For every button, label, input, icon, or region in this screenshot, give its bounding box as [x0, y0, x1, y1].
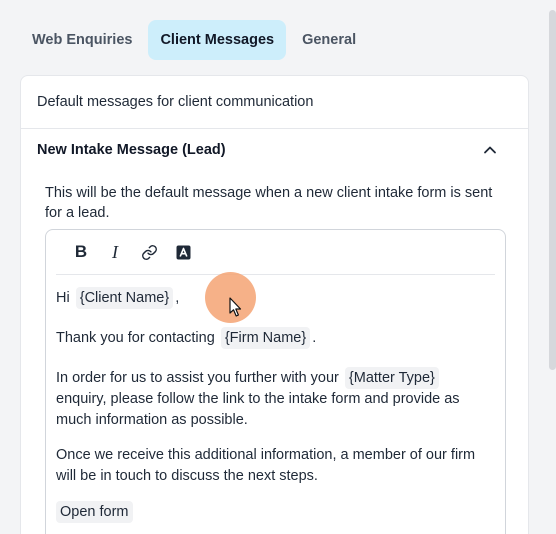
- matter-type-variable[interactable]: {Matter Type}: [344, 367, 439, 389]
- open-form-link[interactable]: Open form: [56, 501, 133, 523]
- tab-client-messages[interactable]: Client Messages: [148, 20, 287, 60]
- assist-prefix: In order for us to assist you further wi…: [56, 370, 339, 386]
- tab-web-enquiries[interactable]: Web Enquiries: [20, 20, 144, 60]
- editor-content[interactable]: Hi {Client Name}, Thank you for contacti…: [46, 275, 505, 523]
- client-messages-card: Default messages for client communicatio…: [20, 75, 529, 534]
- bold-label: B: [74, 242, 88, 261]
- assist-suffix: enquiry, please follow the link to the i…: [56, 391, 460, 428]
- greeting-line: Hi {Client Name},: [56, 287, 495, 309]
- section-title: New Intake Message (Lead): [37, 142, 226, 158]
- editor-toolbar: B I: [56, 230, 495, 275]
- text-color-icon[interactable]: [170, 239, 196, 265]
- mouse-pointer-icon: [229, 297, 242, 317]
- thanks-line: Thank you for contacting {Firm Name}.: [56, 327, 495, 349]
- intake-message-section-header[interactable]: New Intake Message (Lead): [21, 129, 528, 171]
- message-editor[interactable]: B I Hi {Client Name}, Thank you for cont…: [45, 229, 506, 534]
- bold-icon[interactable]: B: [68, 239, 94, 265]
- helper-text: This will be the default message when a …: [45, 185, 493, 221]
- greeting-prefix: Hi: [56, 290, 70, 306]
- chevron-up-icon[interactable]: [478, 138, 502, 162]
- closing-paragraph: Once we receive this additional informat…: [56, 447, 476, 484]
- card-description: Default messages for client communicatio…: [37, 94, 314, 110]
- link-icon[interactable]: [136, 239, 162, 265]
- italic-icon[interactable]: I: [102, 239, 128, 265]
- tab-general[interactable]: General: [290, 20, 368, 60]
- thanks-prefix: Thank you for contacting: [56, 330, 215, 346]
- page-scrollbar[interactable]: [549, 10, 556, 370]
- thanks-suffix: .: [312, 330, 317, 346]
- assist-paragraph: In order for us to assist you further wi…: [56, 367, 495, 431]
- client-name-variable[interactable]: {Client Name}: [75, 287, 174, 309]
- open-form-line: Open form: [56, 501, 495, 523]
- firm-name-variable[interactable]: {Firm Name}: [220, 327, 311, 349]
- tab-bar: Web Enquiries Client Messages General: [20, 20, 368, 60]
- greeting-suffix: ,: [175, 290, 180, 306]
- italic-label: I: [112, 241, 118, 262]
